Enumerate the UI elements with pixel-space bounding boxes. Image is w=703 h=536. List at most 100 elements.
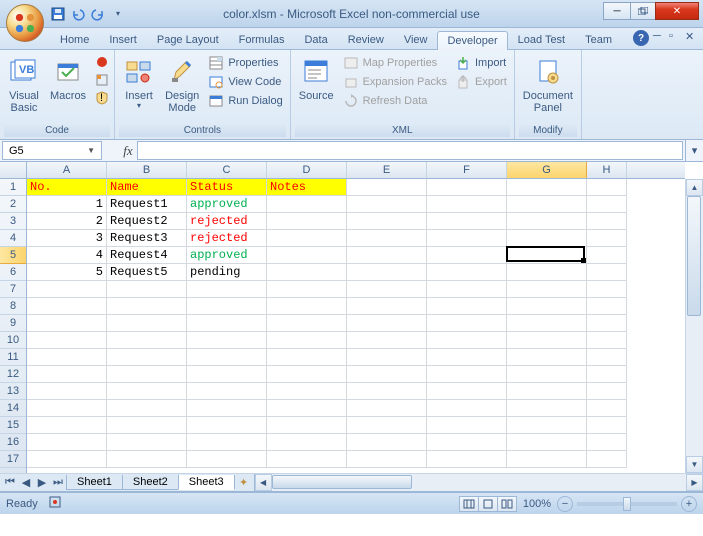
cell-F13[interactable] bbox=[427, 383, 507, 400]
col-header-D[interactable]: D bbox=[267, 162, 347, 178]
row-header-7[interactable]: 7 bbox=[0, 281, 26, 298]
cell-F12[interactable] bbox=[427, 366, 507, 383]
first-sheet-button[interactable]: ⏮ bbox=[2, 475, 18, 491]
cell-H6[interactable] bbox=[587, 264, 627, 281]
horizontal-scroll-thumb[interactable] bbox=[272, 475, 412, 489]
undo-icon[interactable] bbox=[70, 6, 86, 22]
cell-C4[interactable]: rejected bbox=[187, 230, 267, 247]
col-header-E[interactable]: E bbox=[347, 162, 427, 178]
formula-input[interactable] bbox=[137, 141, 683, 160]
cell-D11[interactable] bbox=[267, 349, 347, 366]
cell-G3[interactable] bbox=[507, 213, 587, 230]
cell-F5[interactable] bbox=[427, 247, 507, 264]
cell-C13[interactable] bbox=[187, 383, 267, 400]
cell-E16[interactable] bbox=[347, 434, 427, 451]
map-properties-button[interactable]: Map Properties bbox=[340, 54, 450, 72]
row-header-15[interactable]: 15 bbox=[0, 417, 26, 434]
cell-H14[interactable] bbox=[587, 400, 627, 417]
cell-A12[interactable] bbox=[27, 366, 107, 383]
cell-A16[interactable] bbox=[27, 434, 107, 451]
cell-B10[interactable] bbox=[107, 332, 187, 349]
zoom-in-button[interactable]: + bbox=[681, 496, 697, 512]
row-header-3[interactable]: 3 bbox=[0, 213, 26, 230]
cell-H7[interactable] bbox=[587, 281, 627, 298]
cell-E1[interactable] bbox=[347, 179, 427, 196]
cell-B8[interactable] bbox=[107, 298, 187, 315]
cell-A9[interactable] bbox=[27, 315, 107, 332]
cell-C7[interactable] bbox=[187, 281, 267, 298]
cell-B11[interactable] bbox=[107, 349, 187, 366]
cell-A10[interactable] bbox=[27, 332, 107, 349]
cell-C5[interactable]: approved bbox=[187, 247, 267, 264]
cell-G2[interactable] bbox=[507, 196, 587, 213]
col-header-C[interactable]: C bbox=[187, 162, 267, 178]
cells-area[interactable]: No.NameStatusNotes1Request1approved2Requ… bbox=[27, 179, 685, 473]
cell-B17[interactable] bbox=[107, 451, 187, 468]
tab-insert[interactable]: Insert bbox=[99, 30, 147, 49]
cell-G4[interactable] bbox=[507, 230, 587, 247]
cell-D13[interactable] bbox=[267, 383, 347, 400]
minimize-ribbon-icon[interactable]: ─ bbox=[653, 30, 665, 42]
scroll-up-button[interactable]: ▲ bbox=[686, 179, 703, 196]
cell-B4[interactable]: Request3 bbox=[107, 230, 187, 247]
row-header-4[interactable]: 4 bbox=[0, 230, 26, 247]
cell-E14[interactable] bbox=[347, 400, 427, 417]
cell-H16[interactable] bbox=[587, 434, 627, 451]
macro-record-status-icon[interactable] bbox=[48, 495, 62, 512]
cell-F15[interactable] bbox=[427, 417, 507, 434]
cell-G9[interactable] bbox=[507, 315, 587, 332]
cell-H1[interactable] bbox=[587, 179, 627, 196]
window-close-icon[interactable]: ✕ bbox=[685, 30, 697, 42]
cell-A3[interactable]: 2 bbox=[27, 213, 107, 230]
cell-E12[interactable] bbox=[347, 366, 427, 383]
macro-security-icon[interactable]: ! bbox=[94, 90, 110, 106]
vertical-scroll-thumb[interactable] bbox=[687, 196, 701, 316]
tab-data[interactable]: Data bbox=[294, 30, 337, 49]
col-header-F[interactable]: F bbox=[427, 162, 507, 178]
cell-D4[interactable] bbox=[267, 230, 347, 247]
cell-E2[interactable] bbox=[347, 196, 427, 213]
tab-developer[interactable]: Developer bbox=[437, 31, 507, 50]
cell-C14[interactable] bbox=[187, 400, 267, 417]
cell-A7[interactable] bbox=[27, 281, 107, 298]
cell-E7[interactable] bbox=[347, 281, 427, 298]
cell-C1[interactable]: Status bbox=[187, 179, 267, 196]
design-mode-button[interactable]: Design Mode bbox=[161, 54, 203, 116]
row-header-1[interactable]: 1 bbox=[0, 179, 26, 196]
cell-C3[interactable]: rejected bbox=[187, 213, 267, 230]
cell-D1[interactable]: Notes bbox=[267, 179, 347, 196]
cell-H5[interactable] bbox=[587, 247, 627, 264]
scroll-down-button[interactable]: ▼ bbox=[686, 456, 703, 473]
zoom-slider[interactable] bbox=[577, 502, 677, 506]
cell-A8[interactable] bbox=[27, 298, 107, 315]
window-restore-icon[interactable]: ▫ bbox=[669, 30, 681, 42]
insert-button[interactable]: Insert ▾ bbox=[119, 54, 159, 113]
name-box[interactable]: G5 ▼ bbox=[2, 141, 102, 160]
cell-E10[interactable] bbox=[347, 332, 427, 349]
cell-B9[interactable] bbox=[107, 315, 187, 332]
last-sheet-button[interactable]: ⏭ bbox=[50, 475, 66, 491]
row-header-8[interactable]: 8 bbox=[0, 298, 26, 315]
cell-E6[interactable] bbox=[347, 264, 427, 281]
cell-C11[interactable] bbox=[187, 349, 267, 366]
row-header-12[interactable]: 12 bbox=[0, 366, 26, 383]
cell-H12[interactable] bbox=[587, 366, 627, 383]
cell-A4[interactable]: 3 bbox=[27, 230, 107, 247]
cell-H4[interactable] bbox=[587, 230, 627, 247]
cell-G13[interactable] bbox=[507, 383, 587, 400]
run-dialog-button[interactable]: Run Dialog bbox=[205, 92, 285, 110]
cell-H17[interactable] bbox=[587, 451, 627, 468]
source-button[interactable]: Source bbox=[295, 54, 338, 104]
select-all-button[interactable] bbox=[0, 162, 27, 179]
cell-F14[interactable] bbox=[427, 400, 507, 417]
properties-button[interactable]: Properties bbox=[205, 54, 285, 72]
cell-C8[interactable] bbox=[187, 298, 267, 315]
view-code-button[interactable]: View Code bbox=[205, 73, 285, 91]
qat-customize-icon[interactable]: ▾ bbox=[110, 6, 126, 22]
cell-H15[interactable] bbox=[587, 417, 627, 434]
tab-formulas[interactable]: Formulas bbox=[229, 30, 295, 49]
tab-home[interactable]: Home bbox=[50, 30, 99, 49]
cell-A1[interactable]: No. bbox=[27, 179, 107, 196]
cell-A11[interactable] bbox=[27, 349, 107, 366]
row-header-10[interactable]: 10 bbox=[0, 332, 26, 349]
